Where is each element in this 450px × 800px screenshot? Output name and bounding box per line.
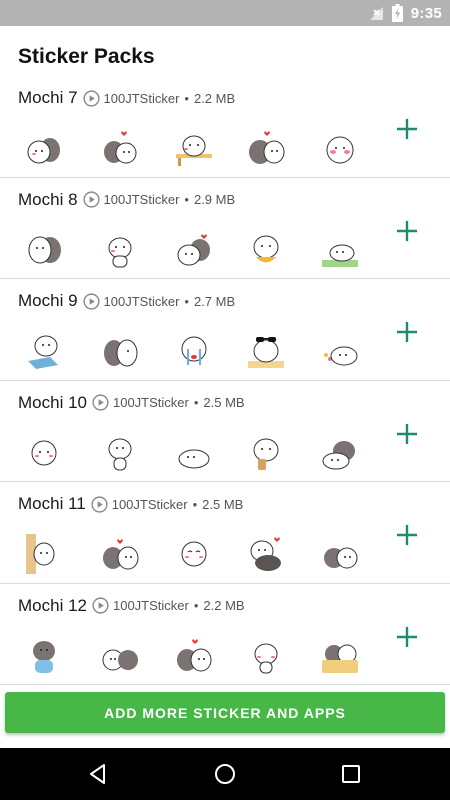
pack-author: 100JTSticker (103, 90, 180, 106)
sticker-cat-standing (108, 237, 132, 267)
sticker-previews (20, 331, 360, 375)
pack-size: 2.5 MB (203, 395, 245, 410)
pack-author: 100JTSticker (111, 496, 188, 512)
pack-header: Mochi 7 100JTSticker • 2.2 MB (18, 88, 235, 108)
pack-name: Mochi 8 (18, 189, 78, 209)
sticker-cat-sunglasses (248, 337, 284, 368)
sticker-cat-lying (178, 449, 210, 468)
page-title: Sticker Packs (18, 45, 155, 68)
play-icon[interactable] (82, 89, 100, 107)
sticker-couple-love (103, 539, 139, 570)
play-icon[interactable] (82, 292, 100, 310)
pack-name: Mochi 7 (18, 88, 78, 107)
sticker-cat-at-desk (176, 135, 212, 166)
sticker-pack-row[interactable]: Mochi 10 100JTSticker • 2.5 MB (0, 381, 450, 482)
sticker-previews (20, 534, 360, 578)
separator-dot: • (193, 395, 199, 410)
battery-charging-icon (391, 4, 403, 22)
add-pack-button[interactable] (394, 522, 420, 548)
status-time: 9:35 (410, 4, 442, 22)
pack-name: Mochi 10 (18, 392, 87, 412)
sticker-cat-crying (181, 336, 207, 365)
sticker-previews (20, 230, 360, 274)
sticker-cats-snuggle (250, 537, 281, 571)
sticker-cats-together (102, 649, 138, 670)
add-more-stickers-label: ADD MORE STICKER AND APPS (104, 704, 346, 721)
sticker-cat-with-bowl (253, 235, 279, 262)
sticker-cat-peeking-door (26, 534, 55, 574)
sticker-pack-row[interactable]: Mochi 11 100JTSticker • 2.5 MB (0, 482, 450, 584)
sticker-cats-cuddle (28, 236, 61, 263)
sticker-pack-row[interactable]: Mochi 12 100JTSticker • 2.2 MB (0, 584, 450, 685)
status-bar: 9:35 (0, 0, 450, 26)
sticker-pack-row[interactable]: Mochi 8 100JTSticker • 2.9 MB (0, 178, 450, 279)
sticker-pack-list: Mochi 7 100JTSticker • 2.2 MB Mochi 8 10… (0, 76, 450, 685)
add-pack-button[interactable] (394, 624, 420, 650)
separator-dot: • (192, 496, 198, 512)
back-icon[interactable] (86, 762, 110, 786)
sticker-cat-blush (326, 136, 354, 164)
pack-size: 2.7 MB (193, 293, 236, 309)
pack-name: Mochi 11 (18, 494, 86, 513)
play-icon[interactable] (92, 394, 109, 411)
sticker-cats-sleeping (322, 440, 355, 469)
no-signal-icon (369, 7, 383, 20)
play-icon[interactable] (92, 597, 109, 614)
sticker-cat-thinking (108, 438, 132, 470)
pack-size: 2.5 MB (202, 496, 244, 512)
sticker-two-cats-hug (27, 138, 60, 164)
sticker-cat-waving (31, 440, 57, 465)
sticker-couple-heart-2 (177, 638, 212, 671)
sticker-previews (20, 433, 360, 477)
sticker-previews (20, 128, 360, 172)
separator-dot: • (193, 598, 199, 613)
pack-size: 2.2 MB (193, 90, 236, 106)
pack-header: Mochi 10 100JTSticker • 2.5 MB (18, 393, 245, 413)
pack-header: Mochi 11 100JTSticker • 2.5 MB (18, 494, 243, 514)
play-icon[interactable] (91, 495, 108, 513)
pack-author: 100JTSticker (112, 395, 189, 410)
status-icons: 9:35 (368, 4, 442, 22)
add-pack-button[interactable] (394, 116, 420, 142)
sticker-couple-heart (104, 131, 137, 164)
sticker-cats-side-by-side (324, 547, 358, 569)
pack-header: Mochi 8 100JTSticker • 2.9 MB (18, 190, 235, 210)
sticker-cat-with-tablet (28, 335, 58, 369)
sticker-cats-blanket (322, 644, 358, 673)
pack-size: 2.9 MB (193, 192, 236, 207)
separator-dot: • (184, 192, 189, 207)
pack-header: Mochi 9 100JTSticker • 2.7 MB (18, 291, 235, 311)
navigation-bar (0, 748, 450, 800)
sticker-cat-on-grass (322, 244, 358, 267)
add-pack-button[interactable] (394, 421, 420, 447)
sticker-pack-row[interactable]: Mochi 7 100JTSticker • 2.2 MB (0, 76, 450, 178)
pack-name: Mochi 9 (18, 291, 78, 310)
home-icon[interactable] (213, 762, 237, 786)
sticker-cats-hug-tilt (177, 233, 210, 265)
pack-name: Mochi 12 (18, 595, 87, 615)
sticker-previews (20, 636, 360, 680)
sticker-cat-blue-shirt (33, 640, 55, 673)
recents-icon[interactable] (339, 762, 363, 786)
play-icon[interactable] (82, 191, 100, 208)
pack-header: Mochi 12 100JTSticker • 2.2 MB (18, 596, 245, 616)
pack-author: 100JTSticker (103, 293, 180, 309)
separator-dot: • (184, 90, 189, 106)
pack-author: 100JTSticker (103, 192, 180, 207)
sticker-cat-blush-2 (254, 643, 278, 673)
sticker-cat-boba (253, 438, 279, 470)
separator-dot: • (184, 293, 189, 309)
pack-author: 100JTSticker (112, 598, 189, 613)
sticker-cats-back-to-back (104, 339, 138, 367)
sticker-cat-lying-flowers (324, 346, 358, 366)
add-more-stickers-button[interactable]: ADD MORE STICKER AND APPS (5, 692, 445, 733)
sticker-pack-row[interactable]: Mochi 9 100JTSticker • 2.7 MB (0, 279, 450, 381)
sticker-cat-happy (181, 541, 207, 567)
add-pack-button[interactable] (394, 218, 420, 244)
sticker-couple-kiss (249, 131, 285, 164)
add-pack-button[interactable] (394, 319, 420, 345)
pack-size: 2.2 MB (203, 598, 245, 613)
